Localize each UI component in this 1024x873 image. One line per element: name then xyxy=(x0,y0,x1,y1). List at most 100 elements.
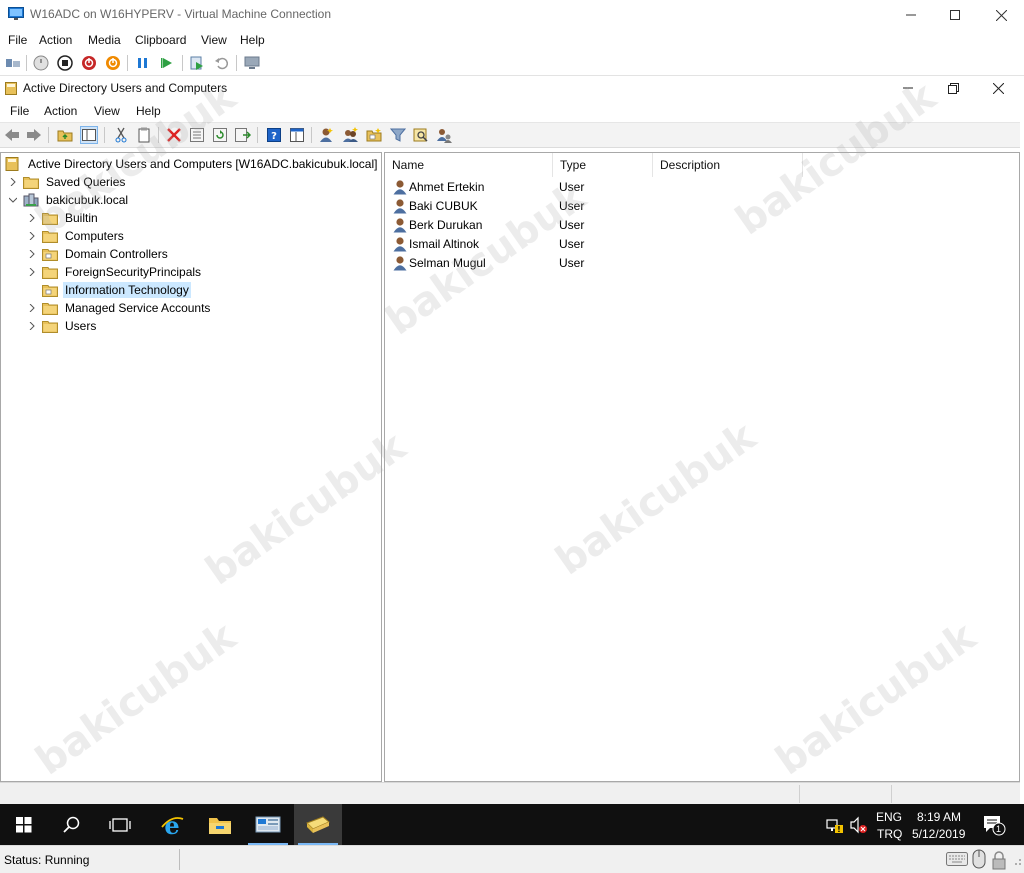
chevron-down-icon[interactable] xyxy=(7,194,19,206)
tree-item-builtin[interactable]: Builtin xyxy=(26,209,100,227)
vm-menu-view[interactable]: View xyxy=(201,33,227,47)
up-folder-icon[interactable] xyxy=(56,126,74,144)
chevron-right-icon[interactable] xyxy=(26,230,38,242)
column-header-description[interactable]: Description xyxy=(653,153,803,177)
vm-menu-clipboard[interactable]: Clipboard xyxy=(135,33,186,47)
tree-item-computers[interactable]: Computers xyxy=(26,227,126,245)
ctrl-alt-del-icon[interactable] xyxy=(4,54,22,72)
copy-icon[interactable] xyxy=(135,126,153,144)
volume-muted-icon[interactable] xyxy=(850,816,868,837)
tree-item-label: Builtin xyxy=(65,211,98,225)
mmc-window-title: Active Directory Users and Computers xyxy=(23,81,228,95)
show-hide-tree-icon[interactable] xyxy=(80,126,98,144)
tree-item-users[interactable]: Users xyxy=(26,317,98,335)
list-item[interactable]: Berk Durukan User xyxy=(391,216,811,235)
help-icon[interactable]: ? xyxy=(265,126,283,144)
language-indicator[interactable]: ENG xyxy=(876,810,902,824)
folder-icon xyxy=(42,229,58,243)
chevron-right-icon[interactable] xyxy=(7,176,19,188)
pause-icon[interactable] xyxy=(134,54,152,72)
chevron-right-icon[interactable] xyxy=(26,302,38,314)
cut-icon[interactable] xyxy=(112,126,130,144)
properties-icon[interactable] xyxy=(188,126,206,144)
view-icon[interactable] xyxy=(288,126,306,144)
turn-off-icon[interactable] xyxy=(56,54,74,72)
keyboard-layout-indicator[interactable]: TRQ xyxy=(877,827,902,841)
revert-icon[interactable] xyxy=(212,54,230,72)
chevron-right-icon[interactable] xyxy=(26,320,38,332)
shut-down-icon[interactable] xyxy=(80,54,98,72)
vm-menu-help[interactable]: Help xyxy=(240,33,265,47)
close-button[interactable] xyxy=(978,0,1024,30)
mmc-menu-view[interactable]: View xyxy=(94,104,120,118)
active-directory-icon[interactable] xyxy=(294,804,342,845)
vm-menu-media[interactable]: Media xyxy=(88,33,121,47)
folder-icon xyxy=(42,211,58,225)
mmc-close-button[interactable] xyxy=(976,76,1020,100)
enhanced-session-icon[interactable] xyxy=(243,54,261,72)
internet-explorer-icon[interactable]: e xyxy=(148,804,196,845)
user-icon xyxy=(393,179,407,195)
console-tree[interactable]: Active Directory Users and Computers [W1… xyxy=(0,152,382,782)
search-icon[interactable] xyxy=(48,804,96,845)
back-icon[interactable] xyxy=(3,126,21,144)
vm-toolbar xyxy=(0,50,1024,76)
tree-item-managed-service-accounts[interactable]: Managed Service Accounts xyxy=(26,299,212,317)
chevron-right-icon[interactable] xyxy=(26,266,38,278)
clock-time[interactable]: 8:19 AM xyxy=(917,810,961,824)
save-state-icon[interactable] xyxy=(104,54,122,72)
resize-grip-icon[interactable] xyxy=(1010,854,1022,869)
mmc-restore-button[interactable] xyxy=(931,76,975,100)
clock-date[interactable]: 5/12/2019 xyxy=(912,827,965,841)
tree-item-foreign-security-principals[interactable]: ForeignSecurityPrincipals xyxy=(26,263,203,281)
chevron-right-icon[interactable] xyxy=(26,248,38,260)
maximize-button[interactable] xyxy=(932,0,978,30)
mmc-status-bar xyxy=(0,782,1020,804)
mmc-menu-file[interactable]: File xyxy=(10,104,29,118)
list-item[interactable]: Selman Mugul User xyxy=(391,254,811,273)
list-item[interactable]: Ismail Altinok User xyxy=(391,235,811,254)
tree-item-saved-queries[interactable]: Saved Queries xyxy=(7,173,127,191)
action-center-icon[interactable]: 1 xyxy=(982,814,1006,836)
forward-icon[interactable] xyxy=(25,126,43,144)
user-icon xyxy=(393,198,407,214)
mmc-menu-action[interactable]: Action xyxy=(44,104,77,118)
vm-menu-file[interactable]: File xyxy=(8,33,27,47)
new-group-icon[interactable] xyxy=(342,126,360,144)
tree-item-domain-controllers[interactable]: Domain Controllers xyxy=(26,245,170,263)
column-header-name[interactable]: Name xyxy=(385,153,553,177)
mmc-menu-help[interactable]: Help xyxy=(136,104,161,118)
guest-desktop[interactable]: Active Directory Users and Computers Fil… xyxy=(0,76,1024,845)
list-item[interactable]: Baki CUBUK User xyxy=(391,197,811,216)
file-explorer-icon[interactable] xyxy=(196,804,244,845)
network-icon[interactable]: ! xyxy=(826,816,844,837)
server-manager-icon[interactable] xyxy=(244,804,292,845)
find-icon[interactable] xyxy=(412,126,430,144)
resume-icon[interactable] xyxy=(158,54,176,72)
new-ou-icon[interactable] xyxy=(365,126,383,144)
vm-menu-bar: File Action Media Clipboard View Help xyxy=(0,30,1024,50)
list-item[interactable]: Ahmet Ertekin User xyxy=(391,178,811,197)
user-icon xyxy=(393,236,407,252)
checkpoint-icon[interactable] xyxy=(188,54,206,72)
export-list-icon[interactable] xyxy=(234,126,252,144)
start-button[interactable] xyxy=(0,804,48,845)
minimize-button[interactable] xyxy=(888,0,934,30)
tree-item-domain[interactable]: bakicubuk.local xyxy=(7,191,130,209)
user-name: Baki CUBUK xyxy=(409,199,478,213)
delegate-icon[interactable] xyxy=(436,126,454,144)
refresh-icon[interactable] xyxy=(211,126,229,144)
user-name: Selman Mugul xyxy=(409,256,486,270)
delete-icon[interactable] xyxy=(165,126,183,144)
vm-menu-action[interactable]: Action xyxy=(39,33,72,47)
tree-item-information-technology[interactable]: Information Technology xyxy=(26,281,191,299)
tree-root[interactable]: Active Directory Users and Computers [W1… xyxy=(5,155,379,173)
column-header-type[interactable]: Type xyxy=(553,153,653,177)
start-icon[interactable] xyxy=(32,54,50,72)
task-view-icon[interactable] xyxy=(96,804,144,845)
mmc-minimize-button[interactable] xyxy=(886,76,930,100)
chevron-right-icon[interactable] xyxy=(26,212,38,224)
new-user-icon[interactable] xyxy=(318,126,336,144)
results-pane[interactable]: Name Type Description Ahmet Ertekin User… xyxy=(384,152,1020,782)
filter-icon[interactable] xyxy=(389,126,407,144)
